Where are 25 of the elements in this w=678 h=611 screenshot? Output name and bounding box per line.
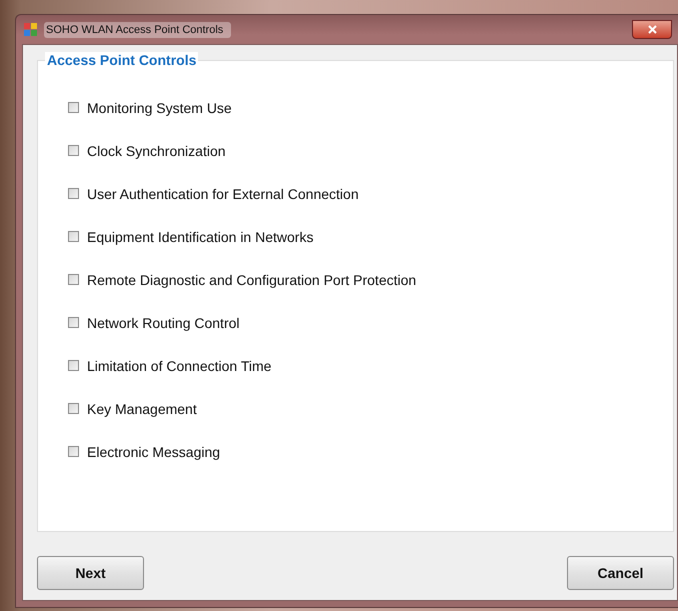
checkbox[interactable] <box>68 231 79 242</box>
next-button[interactable]: Next <box>37 556 144 590</box>
window-title: SOHO WLAN Access Point Controls <box>44 22 232 38</box>
checkbox[interactable] <box>68 274 79 285</box>
group-title: Access Point Controls <box>45 52 198 68</box>
checkbox[interactable] <box>68 145 79 156</box>
checkbox-label[interactable]: User Authentication for External Connection <box>87 186 359 202</box>
checkbox[interactable] <box>68 188 79 199</box>
app-icon <box>24 22 38 36</box>
checkbox-label[interactable]: Monitoring System Use <box>87 100 232 116</box>
close-icon <box>648 25 656 34</box>
checkbox-label[interactable]: Clock Synchronization <box>87 142 226 158</box>
checkbox-label[interactable]: Network Routing Control <box>87 314 240 330</box>
cancel-button[interactable]: Cancel <box>567 556 674 590</box>
checkbox-label[interactable]: Key Management <box>87 400 197 416</box>
checkbox[interactable] <box>68 446 79 457</box>
close-button[interactable] <box>632 20 672 39</box>
checkbox-label[interactable]: Remote Diagnostic and Configuration Port Protection <box>87 272 416 288</box>
checkbox[interactable] <box>68 360 79 371</box>
checkbox[interactable] <box>68 403 79 414</box>
checkbox-label[interactable]: Limitation of Connection Time <box>87 358 272 374</box>
checkbox-label[interactable]: Equipment Identification in Networks <box>87 228 314 244</box>
checkbox-label[interactable]: Electronic Messaging <box>87 444 220 460</box>
checkbox[interactable] <box>68 317 79 328</box>
checkbox[interactable] <box>68 102 79 113</box>
